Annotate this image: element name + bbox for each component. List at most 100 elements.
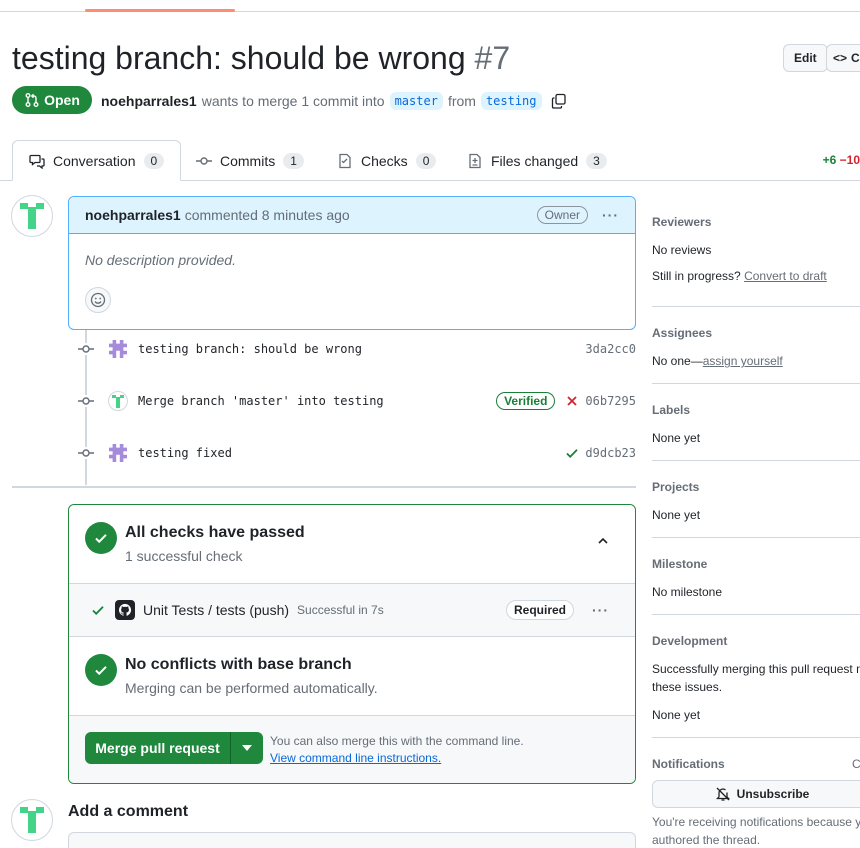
tab-conversation[interactable]: Conversation 0 xyxy=(12,140,182,181)
verified-badge[interactable]: Verified xyxy=(496,392,556,410)
github-logo-icon xyxy=(115,600,135,620)
check-run-row[interactable]: Unit Tests / tests (push) Successful in … xyxy=(69,583,635,637)
checks-summary: All checks have passed 1 successful chec… xyxy=(69,505,635,583)
git-commit-icon xyxy=(196,156,212,165)
commit-row: testing branch: should be wrong 3da2cc0 xyxy=(76,337,636,361)
projects-value: None yet xyxy=(652,508,701,522)
kebab-horizontal-icon[interactable]: ··· xyxy=(592,602,609,618)
pr-description-comment: noehparrales1 commented 8 minutes ago Ow… xyxy=(68,196,636,330)
add-reaction-button[interactable] xyxy=(85,287,111,313)
timeline-divider xyxy=(12,486,636,488)
head-branch[interactable]: testing xyxy=(480,92,542,110)
author-link[interactable]: noehparrales1 xyxy=(101,93,197,109)
bell-slash-icon xyxy=(715,787,730,801)
check-icon[interactable] xyxy=(565,446,579,460)
assignees-heading[interactable]: Assignees xyxy=(652,326,860,340)
commit-sha[interactable]: d9dcb23 xyxy=(585,446,636,460)
tab-files-changed[interactable]: Files changed 3 xyxy=(467,140,607,181)
reviewers-heading[interactable]: Reviewers xyxy=(652,215,860,229)
identicon-icon xyxy=(109,340,127,358)
labels-heading[interactable]: Labels xyxy=(652,403,860,417)
convert-to-draft-link[interactable]: Convert to draft xyxy=(744,269,827,283)
git-commit-icon xyxy=(78,345,94,353)
check-icon xyxy=(92,606,104,615)
check-circle-icon xyxy=(85,654,117,686)
commit-author-avatar[interactable] xyxy=(108,339,128,359)
assign-yourself-link[interactable]: assign yourself xyxy=(703,354,783,368)
identicon-icon xyxy=(112,394,124,408)
page-title: testing branch: should be wrong #7 xyxy=(12,40,510,77)
smiley-icon xyxy=(90,292,106,308)
merge-box: All checks have passed 1 successful chec… xyxy=(68,504,636,784)
merge-method-dropdown[interactable] xyxy=(231,732,263,764)
base-branch[interactable]: master xyxy=(389,92,443,110)
active-nav-underline xyxy=(85,9,235,12)
sidebar-assignees: Assignees No one—assign yourself xyxy=(652,326,860,368)
commit-message[interactable]: testing branch: should be wrong xyxy=(138,342,362,356)
code-icon: <> xyxy=(833,51,848,65)
check-circle-icon xyxy=(85,522,117,554)
comment-discussion-icon xyxy=(29,154,45,169)
check-name[interactable]: Unit Tests / tests (push) xyxy=(143,602,289,618)
sidebar-divider xyxy=(652,537,860,538)
pr-tabs: Conversation 0 Commits 1 Checks 0 Files … xyxy=(0,140,860,181)
chevron-up-icon[interactable] xyxy=(595,533,611,549)
kebab-horizontal-icon[interactable]: ··· xyxy=(602,207,619,223)
commit-author-avatar[interactable] xyxy=(108,443,128,463)
customize-link[interactable]: C xyxy=(852,757,860,771)
sidebar-notifications: Notifications C xyxy=(652,757,860,771)
checks-title: All checks have passed xyxy=(125,524,305,541)
cli-instructions-link[interactable]: View command line instructions. xyxy=(270,751,441,765)
edit-button[interactable]: Edit xyxy=(783,44,828,72)
file-diff-icon xyxy=(469,153,481,168)
milestone-heading[interactable]: Milestone xyxy=(652,557,860,571)
milestone-value: No milestone xyxy=(652,585,723,599)
sidebar-divider xyxy=(652,737,860,738)
projects-heading[interactable]: Projects xyxy=(652,480,860,494)
author-avatar[interactable] xyxy=(11,195,53,237)
comment-timestamp[interactable]: commented 8 minutes ago xyxy=(185,207,350,223)
commit-author-avatar[interactable] xyxy=(108,391,128,411)
x-icon[interactable] xyxy=(565,394,579,408)
notifications-reason: You're receiving notifications because y… xyxy=(652,815,860,847)
merge-footer: Merge pull request You can also merge th… xyxy=(69,715,635,783)
commit-sha[interactable]: 3da2cc0 xyxy=(585,342,636,356)
tab-commits[interactable]: Commits 1 xyxy=(196,140,304,181)
copy-icon[interactable] xyxy=(551,93,567,109)
draft-hint: Still in progress? Convert to draft xyxy=(652,269,827,283)
commit-sha[interactable]: 06b7295 xyxy=(585,394,636,408)
comment-header: noehparrales1 commented 8 minutes ago Ow… xyxy=(69,197,635,234)
development-text: Successfully merging this pull request m xyxy=(652,662,860,676)
code-button[interactable]: <> C xyxy=(826,44,860,72)
development-heading[interactable]: Development xyxy=(652,634,860,648)
check-duration: Successful in 7s xyxy=(297,603,384,617)
tab-checks[interactable]: Checks 0 xyxy=(337,140,437,181)
reviewers-value: No reviews xyxy=(652,243,712,257)
development-value: None yet xyxy=(652,708,701,722)
commit-message[interactable]: testing fixed xyxy=(138,446,232,460)
diffstat: +6 −10 xyxy=(822,153,860,167)
git-commit-icon xyxy=(78,397,94,405)
sidebar-milestone: Milestone No milestone xyxy=(652,557,860,599)
comment-author[interactable]: noehparrales1 xyxy=(85,207,181,223)
conflicts-summary: No conflicts with base branch Merging ca… xyxy=(69,637,635,715)
cli-hint: You can also merge this with the command… xyxy=(270,734,524,748)
conflicts-title: No conflicts with base branch xyxy=(125,656,352,673)
development-text: these issues. xyxy=(652,680,723,694)
comment-body: No description provided. xyxy=(85,252,236,268)
tab-counter: 0 xyxy=(143,152,165,169)
sidebar-divider xyxy=(652,383,860,384)
merge-pull-request-button[interactable]: Merge pull request xyxy=(85,732,231,764)
triangle-down-icon xyxy=(242,745,252,751)
add-comment-heading: Add a comment xyxy=(68,803,189,820)
comment-editor[interactable] xyxy=(68,832,636,848)
sidebar-labels: Labels None yet xyxy=(652,403,860,445)
labels-value: None yet xyxy=(652,431,701,445)
unsubscribe-button[interactable]: Unsubscribe xyxy=(652,780,860,808)
sidebar-development: Development Successfully merging this pu… xyxy=(652,634,860,722)
git-commit-icon xyxy=(78,449,94,457)
commit-message[interactable]: Merge branch 'master' into testing xyxy=(138,394,384,408)
pr-state-badge: Open xyxy=(12,86,92,114)
current-user-avatar[interactable] xyxy=(11,799,53,841)
checklist-icon xyxy=(339,153,351,168)
